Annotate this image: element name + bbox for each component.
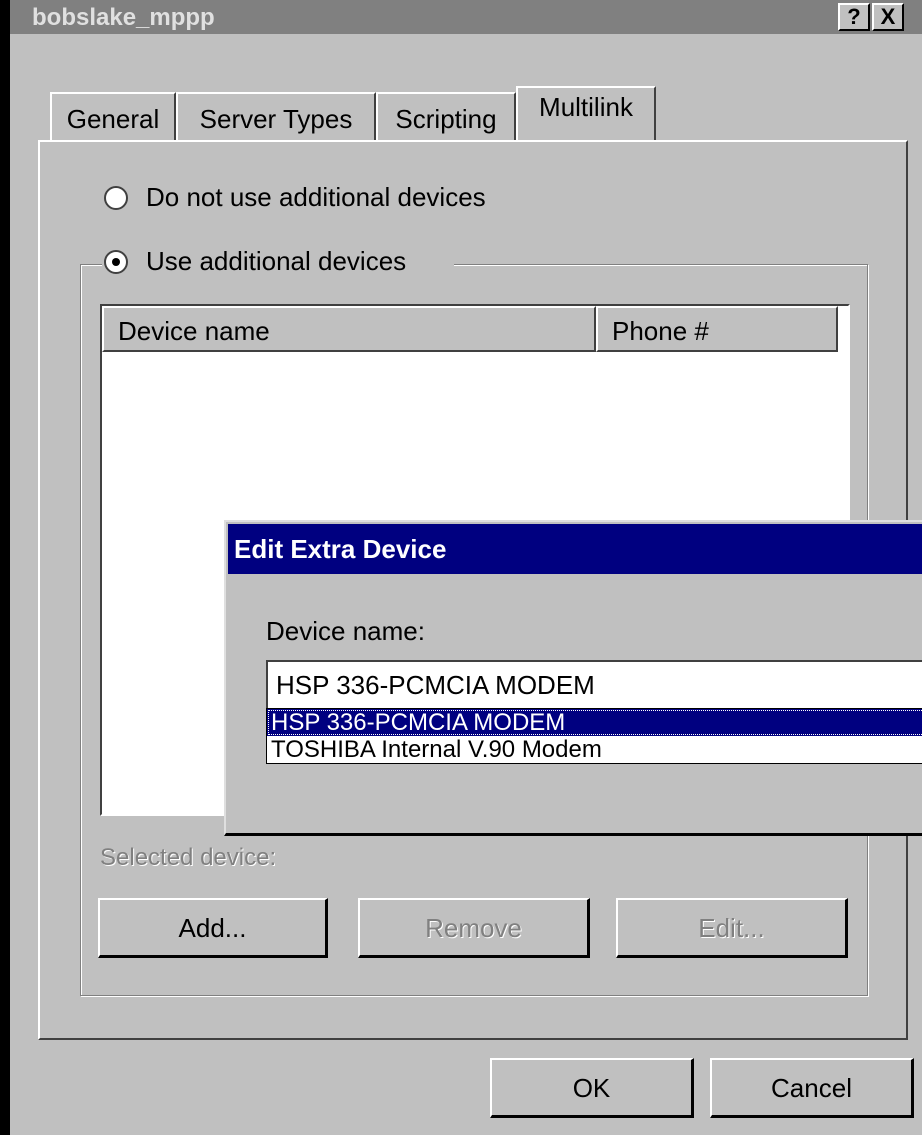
radio-no-additional[interactable]	[104, 186, 128, 210]
radio-no-additional-label[interactable]: Do not use additional devices	[146, 182, 486, 213]
radio-selected-dot	[112, 258, 120, 266]
edit-dialog-title-bar[interactable]: Edit Extra Device	[228, 524, 922, 574]
radio-use-additional-label[interactable]: Use additional devices	[146, 246, 406, 277]
add-button[interactable]: Add...	[98, 898, 328, 958]
dropdown-option[interactable]: HSP 336-PCMCIA MODEM	[267, 709, 922, 736]
selected-device-label: Selected device:	[100, 844, 277, 871]
ok-button[interactable]: OK	[490, 1058, 694, 1118]
edit-button[interactable]: Edit...	[616, 898, 848, 958]
column-header-device-name[interactable]: Device name	[102, 306, 596, 352]
device-name-value: HSP 336-PCMCIA MODEM	[276, 670, 595, 700]
device-name-dropdown-list[interactable]: HSP 336-PCMCIA MODEM TOSHIBA Internal V.…	[266, 708, 922, 764]
dropdown-option[interactable]: TOSHIBA Internal V.90 Modem	[267, 736, 922, 763]
dialog-window: bobslake_mppp ? X General Server Types S…	[10, 0, 922, 1135]
column-header-phone[interactable]: Phone #	[596, 306, 838, 352]
column-label: Phone #	[612, 316, 709, 346]
column-label: Device name	[118, 316, 270, 346]
remove-button[interactable]: Remove	[358, 898, 590, 958]
cancel-button[interactable]: Cancel	[710, 1058, 914, 1118]
device-name-combobox[interactable]: HSP 336-PCMCIA MODEM	[266, 660, 922, 708]
radio-use-additional[interactable]	[104, 250, 128, 274]
device-name-label: Device name:	[266, 616, 425, 646]
edit-extra-device-dialog: Edit Extra Device Device name: HSP 336-P…	[224, 520, 922, 836]
edit-dialog-title: Edit Extra Device	[234, 534, 447, 564]
